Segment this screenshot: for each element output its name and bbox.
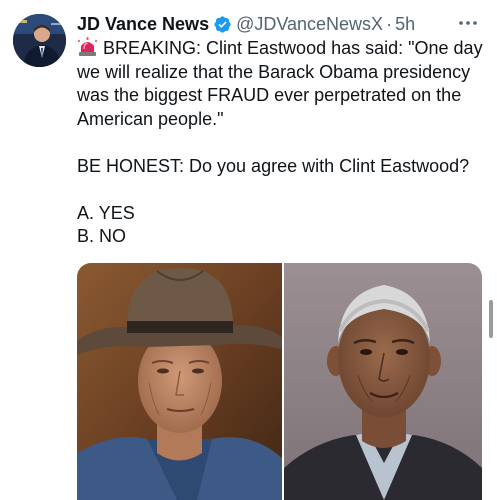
tweet-line-breaking: BREAKING: Clint Eastwood has said: "One … [77,37,491,131]
scrollbar-thumb[interactable] [489,300,493,338]
tweet-header: JD Vance News @JDVanceNewsX · 5h [77,12,481,36]
more-options-icon[interactable] [455,12,481,34]
tweet-line-1: BREAKING: Clint Eastwood has said: "One … [77,38,483,129]
man-in-suit-photo[interactable] [284,263,482,500]
tweet-timestamp[interactable]: 5h [395,14,415,35]
verified-badge-icon [213,15,232,34]
tweet-media[interactable] [77,263,482,500]
author-handle[interactable]: @JDVanceNewsX [236,14,383,35]
man-in-cowboy-hat-photo[interactable] [77,263,282,500]
tweet-line-3: A. YES [77,202,135,223]
header-separator: · [386,13,393,34]
tweet-text: BREAKING: Clint Eastwood has said: "One … [77,37,491,249]
police-light-icon [77,37,98,57]
tweet-line-2: BE HONEST: Do you agree with Clint Eastw… [77,155,470,176]
author-avatar[interactable] [13,14,66,67]
author-display-name[interactable]: JD Vance News [77,14,209,35]
tweet-line-4: B. NO [77,226,127,246]
